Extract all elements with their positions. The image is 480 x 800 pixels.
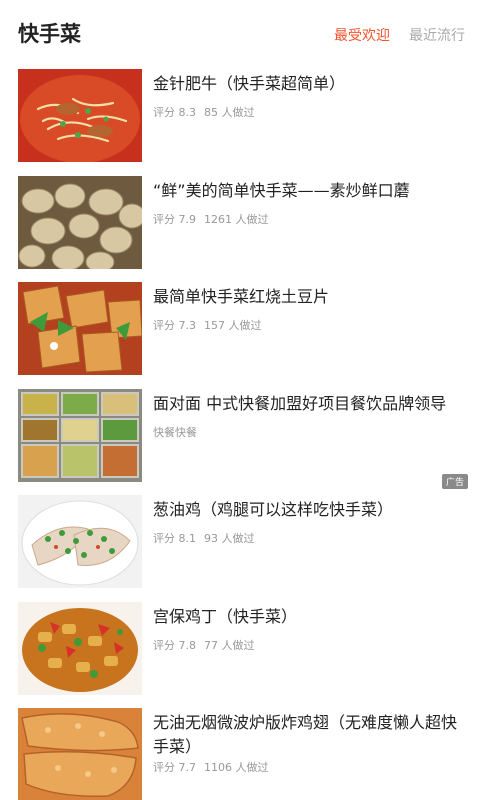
recipe-meta: 评分 8.3 85 人做过 [153, 104, 255, 120]
recipe-rating: 评分 7.7 [153, 761, 196, 774]
tab-most-popular[interactable]: 最受欢迎 [334, 25, 390, 45]
recipe-made-count: 157 人做过 [204, 319, 262, 332]
recipe-made-count: 77 人做过 [204, 638, 255, 652]
recipe-meta: 评分 8.1 93 人做过 [153, 530, 255, 546]
recipe-made-count: 85 人做过 [204, 106, 255, 119]
recipe-item[interactable]: 无油无烟微波炉版炸鸡翅（无难度懒人超快手菜） 评分 7.7 1106 人做过 [0, 703, 480, 800]
recipe-image [18, 282, 142, 375]
recipe-list: 金针肥牛（快手菜超简单） 评分 8.3 85 人做过 “鲜”美的简单快手菜——素炒… [0, 64, 480, 800]
recipe-item[interactable]: 金针肥牛（快手菜超简单） 评分 8.3 85 人做过 [0, 64, 480, 171]
recipe-rating: 评分 8.1 [153, 532, 196, 545]
recipe-item[interactable]: “鲜”美的简单快手菜——素炒鲜口蘑 评分 7.9 1261 人做过 [0, 171, 480, 278]
recipe-item[interactable]: 宫保鸡丁（快手菜） 评分 7.8 77 人做过 [0, 597, 480, 704]
recipe-made-count: 93 人做过 [204, 532, 255, 545]
recipe-title: 最简单快手菜红烧土豆片 [153, 287, 330, 306]
recipe-item[interactable]: 葱油鸡（鸡腿可以这样吃快手菜） 评分 8.1 93 人做过 [0, 490, 480, 597]
ad-item[interactable]: 面对面 中式快餐加盟好项目餐饮品牌领导 快餐快餐 广告 [0, 384, 480, 491]
recipe-title: 金针肥牛（快手菜超简单） [153, 74, 346, 93]
recipe-meta: 评分 7.9 1261 人做过 [153, 211, 269, 227]
recipe-image [18, 708, 142, 800]
recipe-meta: 评分 7.7 1106 人做过 [153, 759, 269, 775]
recipe-meta: 评分 7.8 77 人做过 [153, 637, 255, 653]
page-title: 快手菜 [18, 22, 81, 46]
recipe-image [18, 175, 142, 269]
recipe-rating: 评分 7.3 [153, 319, 196, 332]
tab-recently-popular[interactable]: 最近流行 [409, 25, 465, 45]
recipe-item[interactable]: 最简单快手菜红烧土豆片 评分 7.3 157 人做过 [0, 277, 480, 384]
top-header: 快手菜 最受欢迎 最近流行 [0, 0, 480, 64]
recipe-rating: 评分 7.8 [153, 638, 196, 652]
recipe-image [18, 69, 142, 162]
recipe-image [18, 601, 142, 695]
ad-image [18, 388, 142, 482]
recipe-title: 葱油鸡（鸡腿可以这样吃快手菜） [153, 500, 394, 519]
ad-title: 面对面 中式快餐加盟好项目餐饮品牌领导 [153, 393, 447, 413]
recipe-title: 无油无烟微波炉版炸鸡翅（无难度懒人超快手菜） [153, 713, 458, 756]
recipe-image [18, 495, 142, 588]
recipe-rating: 评分 8.3 [153, 106, 196, 119]
recipe-rating: 评分 7.9 [153, 212, 196, 226]
ad-subtitle: 快餐快餐 [153, 425, 197, 439]
recipe-meta: 评分 7.3 157 人做过 [153, 317, 262, 333]
recipe-made-count: 1261 人做过 [204, 212, 269, 226]
recipe-title: 宫保鸡丁（快手菜） [153, 606, 298, 626]
ad-badge: 广告 [441, 474, 468, 489]
recipe-made-count: 1106 人做过 [204, 761, 269, 774]
recipe-title: “鲜”美的简单快手菜——素炒鲜口蘑 [153, 180, 410, 200]
